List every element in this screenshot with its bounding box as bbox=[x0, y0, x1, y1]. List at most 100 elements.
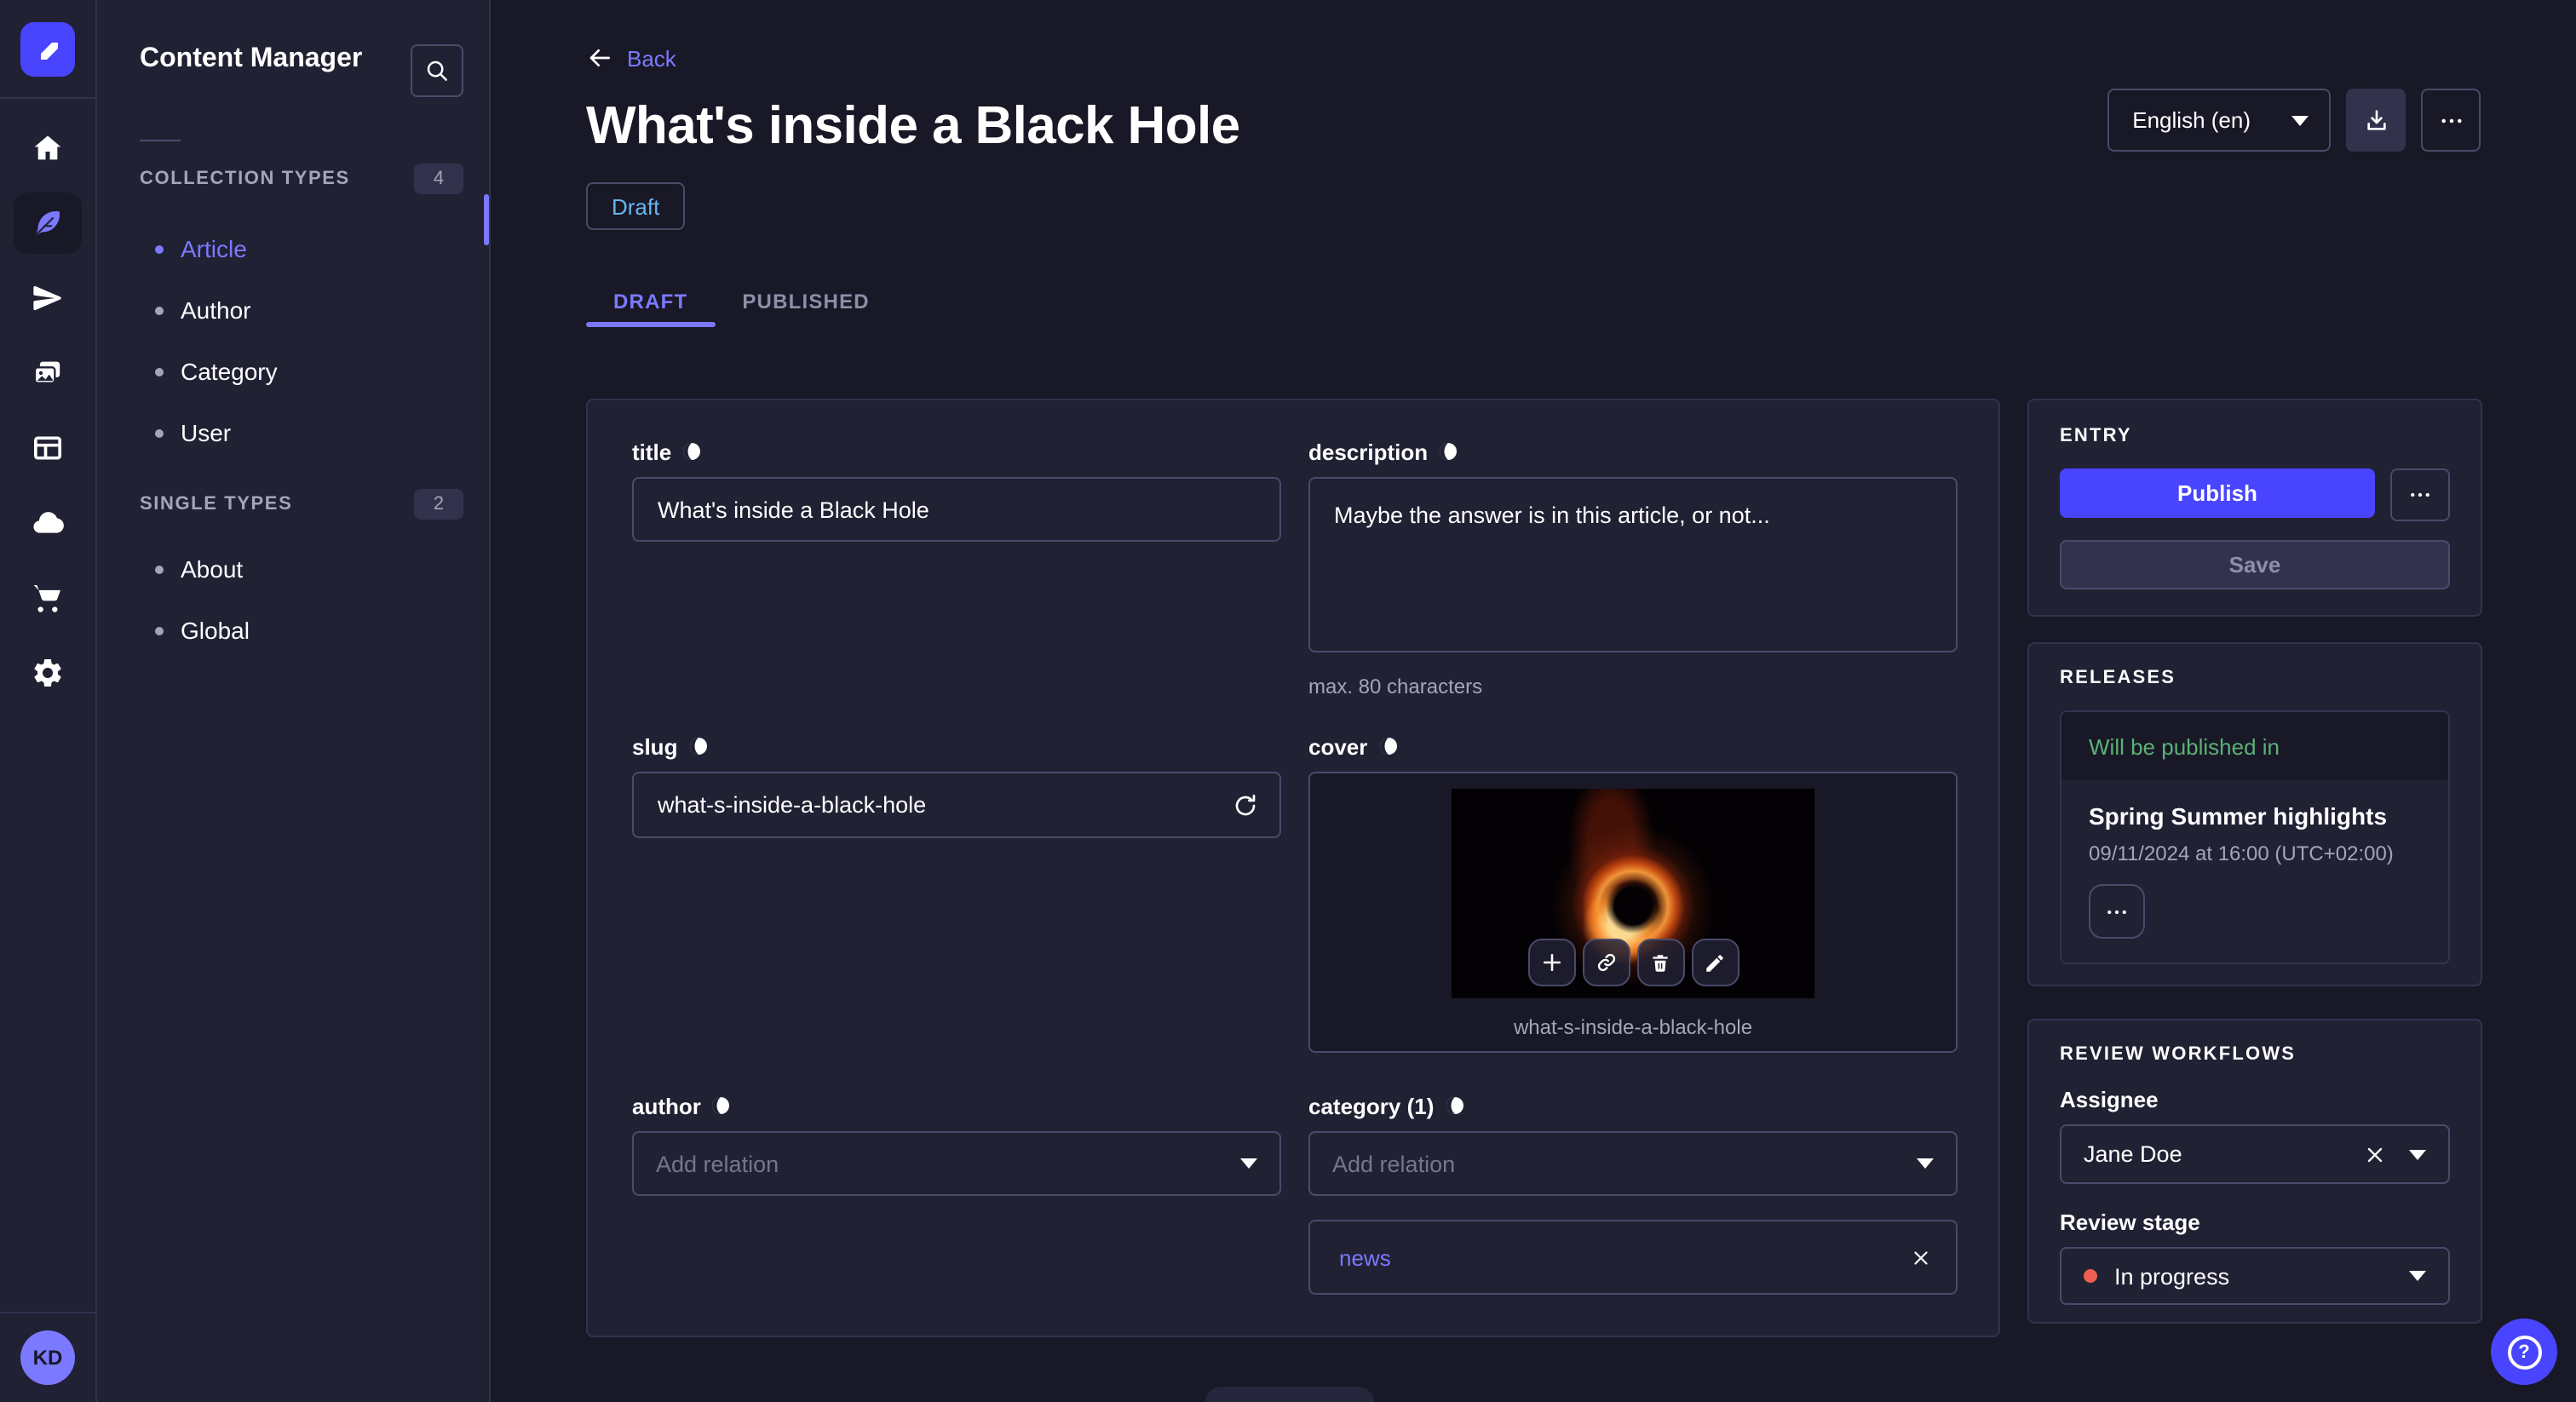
author-relation-combobox[interactable]: Add relation bbox=[632, 1131, 1281, 1196]
assignee-value: Jane Doe bbox=[2084, 1141, 2182, 1167]
entry-more-button[interactable] bbox=[2390, 468, 2450, 521]
release-status: Will be published in bbox=[2061, 712, 2448, 780]
add-media-button[interactable] bbox=[1527, 939, 1575, 986]
sidebar-item-category[interactable]: Category bbox=[97, 353, 489, 390]
header-more-button[interactable] bbox=[2421, 89, 2481, 152]
entry-panel-title: ENTRY bbox=[2060, 426, 2132, 446]
release-name: Spring Summer highlights bbox=[2089, 802, 2388, 830]
section-single-types: SINGLE TYPES 2 bbox=[97, 487, 489, 520]
stage-value: In progress bbox=[2114, 1263, 2230, 1289]
release-more-button[interactable] bbox=[2089, 884, 2145, 939]
field-label-text: description bbox=[1308, 439, 1429, 464]
locale-select[interactable]: English (en) bbox=[2107, 89, 2331, 152]
sidebar-item-settings[interactable] bbox=[14, 642, 82, 704]
search-icon bbox=[427, 60, 447, 81]
question-mark-icon: ? bbox=[2507, 1335, 2541, 1369]
sidebar-item-content-manager[interactable] bbox=[14, 192, 82, 254]
export-button[interactable] bbox=[2346, 89, 2406, 152]
strapi-logo-icon[interactable] bbox=[20, 22, 75, 77]
tab-published[interactable]: PUBLISHED bbox=[715, 276, 897, 327]
publish-button[interactable]: Publish bbox=[2060, 468, 2375, 518]
title-input[interactable] bbox=[632, 477, 1281, 542]
cutoff-bottom-button[interactable] bbox=[1205, 1387, 1375, 1402]
field-label-description: description bbox=[1308, 438, 1958, 465]
pencil-icon bbox=[1706, 954, 1723, 971]
review-stage-label: Review stage bbox=[2060, 1210, 2200, 1235]
globe-icon bbox=[1440, 443, 1458, 460]
sidebar-item-marketplace[interactable] bbox=[14, 567, 82, 629]
delete-media-button[interactable] bbox=[1636, 939, 1684, 986]
sidebar-item-cloud[interactable] bbox=[14, 492, 82, 554]
sidebar-item-media-library[interactable] bbox=[14, 342, 82, 404]
relation-link-news[interactable]: news bbox=[1339, 1244, 1910, 1270]
remove-relation-icon[interactable] bbox=[1910, 1246, 1932, 1268]
sidebar-item-home[interactable] bbox=[14, 118, 82, 179]
nav-item-label: Global bbox=[181, 617, 250, 644]
slug-input[interactable] bbox=[632, 772, 1281, 838]
category-relation-combobox[interactable]: Add relation bbox=[1308, 1131, 1958, 1196]
bullet-icon bbox=[155, 428, 164, 437]
sidebar-item-global[interactable]: Global bbox=[97, 612, 489, 649]
release-date: 09/11/2024 at 16:00 (UTC+02:00) bbox=[2089, 842, 2394, 865]
bullet-icon bbox=[155, 626, 164, 635]
globe-icon bbox=[689, 738, 707, 755]
field-slug: slug bbox=[632, 733, 1281, 1053]
main-content: Back What's inside a Black Hole English … bbox=[491, 0, 2576, 1402]
layout-icon bbox=[34, 436, 61, 460]
section-collection-types: COLLECTION TYPES 4 bbox=[97, 162, 489, 194]
field-category: category (1) Add relation news bbox=[1308, 1092, 1958, 1295]
assignee-combobox[interactable]: Jane Doe bbox=[2060, 1124, 2450, 1184]
link-icon bbox=[1596, 953, 1615, 972]
cover-toolbar bbox=[1527, 939, 1739, 986]
sidebar-item-releases[interactable] bbox=[14, 267, 82, 329]
edit-form-panel: title description bbox=[586, 399, 2000, 1337]
copy-link-button[interactable] bbox=[1582, 939, 1630, 986]
gear-icon bbox=[34, 658, 61, 687]
section-count-badge: 4 bbox=[414, 163, 463, 193]
edit-media-button[interactable] bbox=[1691, 939, 1739, 986]
field-description: description Maybe the answer is in this … bbox=[1308, 438, 1958, 698]
regenerate-slug-button[interactable] bbox=[1220, 779, 1271, 830]
cover-caption: what-s-inside-a-black-hole bbox=[1513, 1015, 1753, 1039]
chevron-down-icon bbox=[2291, 115, 2309, 125]
plus-icon bbox=[1542, 953, 1561, 972]
close-icon bbox=[2367, 1146, 2383, 1162]
strapi-mark bbox=[41, 43, 58, 60]
sidebar-item-content-type-builder[interactable] bbox=[14, 417, 82, 479]
combobox-placeholder: Add relation bbox=[1332, 1151, 1456, 1176]
search-button[interactable] bbox=[411, 44, 463, 97]
globe-icon bbox=[683, 443, 701, 460]
globe-icon bbox=[1379, 738, 1397, 755]
sidebar-item-about[interactable]: About bbox=[97, 550, 489, 588]
clear-assignee-button[interactable] bbox=[2363, 1142, 2387, 1166]
field-label-author: author bbox=[632, 1092, 1281, 1119]
field-title: title bbox=[632, 438, 1281, 698]
subnav-scroll-indicator[interactable] bbox=[484, 194, 489, 245]
field-label-text: slug bbox=[632, 733, 678, 759]
bullet-icon bbox=[155, 367, 164, 376]
subnav-divider bbox=[140, 140, 181, 141]
refresh-icon bbox=[1235, 793, 1256, 815]
tab-draft[interactable]: DRAFT bbox=[586, 276, 715, 327]
back-link[interactable]: Back bbox=[586, 44, 676, 72]
sidebar-item-author[interactable]: Author bbox=[97, 291, 489, 329]
version-tabs: DRAFT PUBLISHED bbox=[586, 276, 2481, 327]
cart-icon bbox=[33, 585, 60, 612]
sidebar-item-article[interactable]: Article bbox=[97, 230, 489, 267]
back-label: Back bbox=[627, 45, 676, 71]
review-workflows-panel: REVIEW WORKFLOWS Assignee Jane Doe Revie… bbox=[2027, 1019, 2482, 1324]
save-button[interactable]: Save bbox=[2060, 540, 2450, 589]
download-icon bbox=[2366, 109, 2385, 129]
help-button[interactable]: ? bbox=[2491, 1319, 2557, 1385]
review-stage-combobox[interactable]: In progress bbox=[2060, 1247, 2450, 1305]
sidebar-item-user[interactable]: User bbox=[97, 414, 489, 451]
description-hint: max. 80 characters bbox=[1308, 675, 1483, 698]
rail-user-section: KD bbox=[0, 1312, 95, 1402]
main-nav-rail: KD bbox=[0, 0, 97, 1402]
section-label: SINGLE TYPES bbox=[140, 493, 293, 514]
description-textarea[interactable]: Maybe the answer is in this article, or … bbox=[1308, 477, 1958, 652]
nav-item-label: Category bbox=[181, 358, 278, 385]
field-author: author Add relation bbox=[632, 1092, 1281, 1295]
avatar[interactable]: KD bbox=[20, 1330, 75, 1385]
field-label-text: author bbox=[632, 1093, 701, 1118]
